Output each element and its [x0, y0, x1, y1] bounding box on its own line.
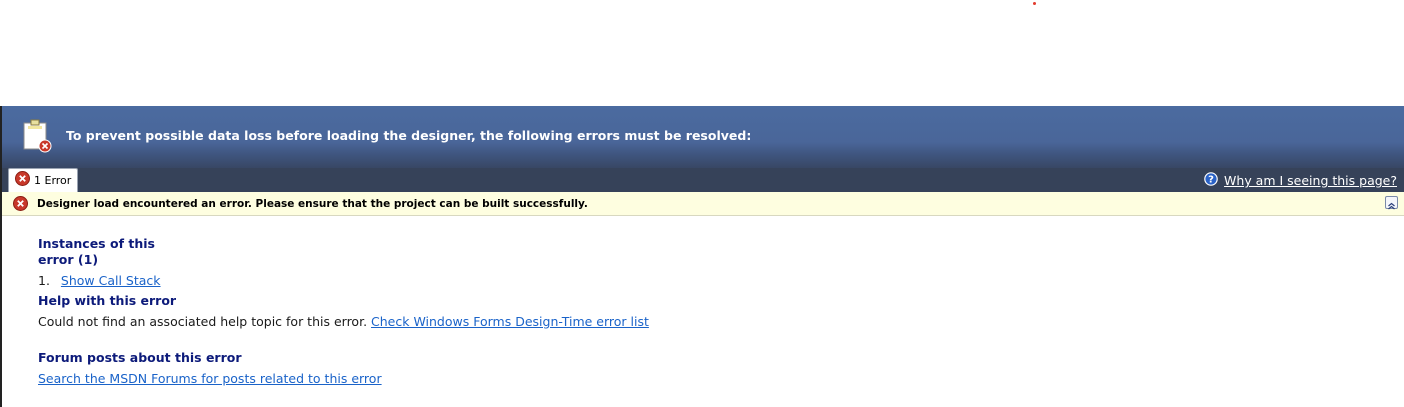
error-icon: [13, 196, 28, 215]
help-text: Could not find an associated help topic …: [38, 314, 368, 329]
forum-section: Forum posts about this error Search the …: [38, 350, 382, 387]
document-error-icon: [22, 117, 54, 153]
instances-section: Instances of this error (1) 1. Show Call…: [38, 236, 161, 289]
instance-number: 1.: [38, 273, 50, 288]
svg-text:?: ?: [1208, 175, 1214, 186]
show-call-stack-link[interactable]: Show Call Stack: [61, 273, 161, 288]
instances-title: Instances of this error (1): [38, 236, 155, 267]
design-time-error-list-link[interactable]: Check Windows Forms Design-Time error li…: [371, 314, 649, 329]
error-tab-bar: 1 Error ? Why am I seeing this page?: [2, 168, 1404, 192]
chevron-up-icon: [1388, 202, 1395, 210]
help-icon: ?: [1204, 171, 1218, 190]
banner-message: To prevent possible data loss before loa…: [66, 128, 752, 143]
forum-title: Forum posts about this error: [38, 350, 242, 365]
error-message-bar: Designer load encountered an error. Plea…: [2, 192, 1404, 216]
tab-errors-label: 1 Error: [34, 174, 72, 187]
error-message: Designer load encountered an error. Plea…: [37, 198, 588, 210]
tab-errors[interactable]: 1 Error: [8, 168, 79, 192]
collapse-button[interactable]: [1385, 196, 1398, 210]
designer-error-page: To prevent possible data loss before loa…: [0, 106, 1404, 407]
msdn-forums-search-link[interactable]: Search the MSDN Forums for posts related…: [38, 371, 382, 386]
error-icon: [15, 171, 30, 190]
help-section: Help with this error Could not find an a…: [38, 293, 649, 330]
error-banner: To prevent possible data loss before loa…: [2, 106, 1404, 168]
why-seeing-page-text: Why am I seeing this page?: [1224, 173, 1397, 188]
why-seeing-page-link[interactable]: ? Why am I seeing this page?: [1204, 171, 1397, 190]
help-title: Help with this error: [38, 293, 177, 308]
stray-pixel: [1033, 2, 1036, 5]
